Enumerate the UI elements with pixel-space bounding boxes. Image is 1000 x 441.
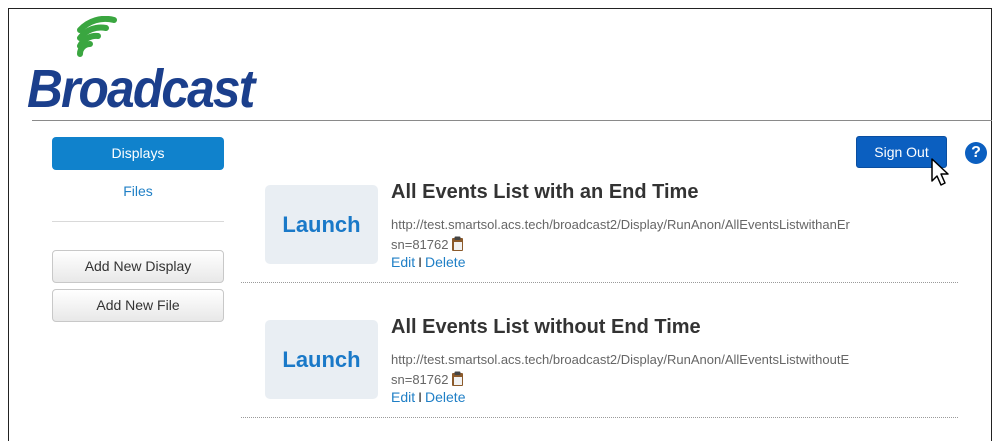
- item-divider: [241, 282, 958, 283]
- display-url-line1: http://test.smartsol.acs.tech/broadcast2…: [391, 217, 850, 232]
- header-divider: [32, 120, 992, 121]
- sidebar: Displays Files Add New Display Add New F…: [52, 137, 224, 322]
- display-list-item: Launch All Events List with an End Time …: [241, 153, 958, 283]
- display-url-line2: sn=81762: [391, 372, 449, 387]
- clipboard-icon[interactable]: [451, 236, 464, 252]
- launch-button[interactable]: Launch: [265, 320, 378, 399]
- display-url-line1: http://test.smartsol.acs.tech/broadcast2…: [391, 352, 850, 367]
- launch-button[interactable]: Launch: [265, 185, 378, 264]
- delete-link[interactable]: Delete: [425, 254, 465, 270]
- add-new-display-button[interactable]: Add New Display: [52, 250, 224, 283]
- edit-link[interactable]: Edit: [391, 389, 415, 405]
- sidebar-item-files[interactable]: Files: [52, 183, 224, 199]
- display-list-item: Launch All Events List without End Time …: [241, 288, 958, 418]
- display-url: http://test.smartsol.acs.tech/broadcast2…: [391, 350, 951, 390]
- action-separator: I: [418, 254, 423, 270]
- display-url-line2: sn=81762: [391, 237, 449, 252]
- action-separator: I: [418, 389, 423, 405]
- sidebar-divider: [52, 221, 224, 222]
- edit-link[interactable]: Edit: [391, 254, 415, 270]
- delete-link[interactable]: Delete: [425, 389, 465, 405]
- item-divider: [241, 417, 958, 418]
- clipboard-icon[interactable]: [451, 371, 464, 387]
- display-title: All Events List without End Time: [391, 316, 701, 338]
- display-actions: Edit I Delete: [391, 389, 465, 405]
- help-icon[interactable]: ?: [965, 142, 987, 164]
- display-title: All Events List with an End Time: [391, 181, 699, 203]
- display-actions: Edit I Delete: [391, 254, 465, 270]
- logo-wordmark: Broadcast: [27, 59, 255, 119]
- broadcast-logo[interactable]: Broadcast: [24, 16, 324, 126]
- display-url: http://test.smartsol.acs.tech/broadcast2…: [391, 215, 951, 255]
- sidebar-item-displays[interactable]: Displays: [52, 137, 224, 170]
- add-new-file-button[interactable]: Add New File: [52, 289, 224, 322]
